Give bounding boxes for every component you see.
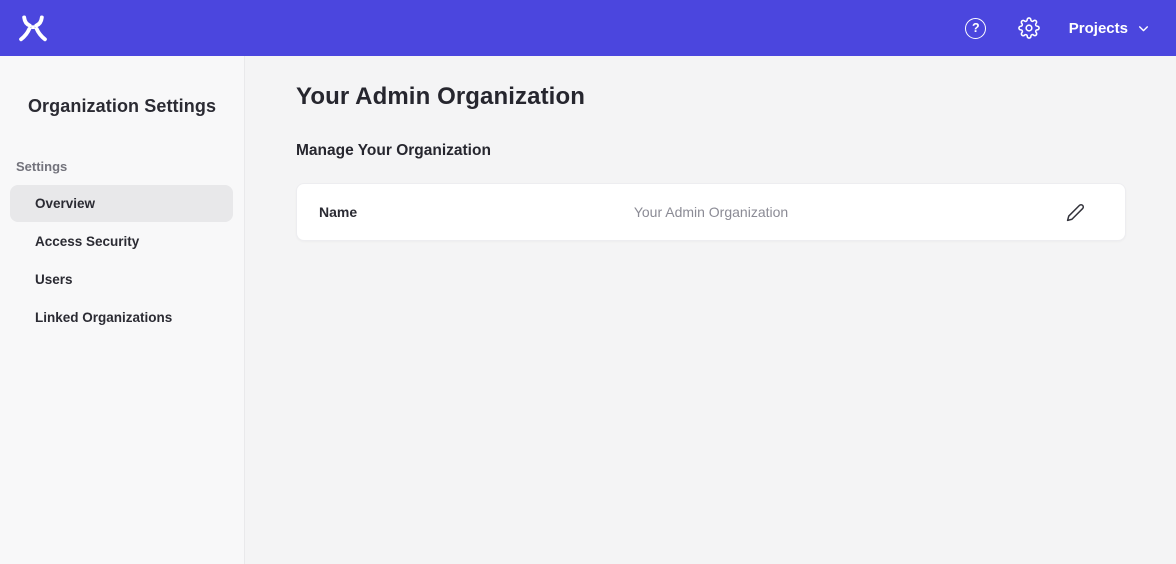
name-field-value: Your Admin Organization [634, 204, 788, 220]
help-button[interactable]: ? [963, 15, 989, 41]
settings-button[interactable] [1016, 15, 1042, 41]
edit-name-button[interactable] [1063, 200, 1087, 224]
question-mark-circle-icon: ? [965, 18, 986, 39]
page-content: Organization Settings Settings Overview … [0, 56, 1176, 564]
projects-dropdown-label: Projects [1069, 20, 1128, 37]
organization-settings-sidebar: Organization Settings Settings Overview … [0, 56, 245, 564]
top-navigation-bar: ? Projects [0, 0, 1176, 56]
page-title: Your Admin Organization [296, 83, 1126, 111]
pencil-icon [1066, 203, 1085, 222]
projects-dropdown[interactable]: Projects [1069, 20, 1150, 37]
mendix-x-icon [18, 15, 48, 42]
sidebar-item-access-security[interactable]: Access Security [10, 223, 233, 260]
section-title-manage-organization: Manage Your Organization [296, 142, 1126, 160]
sidebar-nav: Overview Access Security Users Linked Or… [0, 185, 244, 336]
sidebar-item-overview[interactable]: Overview [10, 185, 233, 222]
sidebar-item-users[interactable]: Users [10, 261, 233, 298]
organization-name-card: Name Your Admin Organization [296, 183, 1126, 241]
gear-icon [1018, 17, 1040, 39]
sidebar-item-linked-organizations[interactable]: Linked Organizations [10, 299, 233, 336]
chevron-down-icon [1137, 22, 1150, 35]
main-panel: Your Admin Organization Manage Your Orga… [245, 56, 1176, 564]
name-field-label: Name [319, 204, 357, 220]
sidebar-title: Organization Settings [0, 96, 244, 117]
topbar-actions: ? Projects [963, 15, 1150, 41]
mendix-logo[interactable] [18, 15, 48, 42]
sidebar-section-label-settings: Settings [16, 159, 244, 174]
